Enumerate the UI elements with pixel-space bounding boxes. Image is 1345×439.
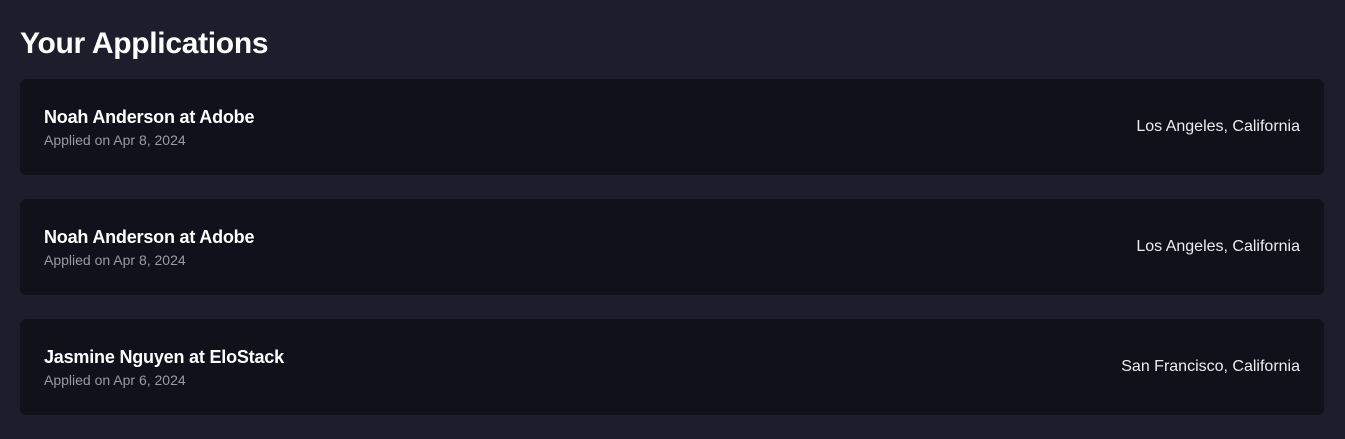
applications-list: Noah Anderson at Adobe Applied on Apr 8,… bbox=[20, 79, 1324, 439]
application-location: San Francisco, California bbox=[1121, 358, 1300, 375]
application-info: Jasmine Nguyen at EloStack Applied on Ap… bbox=[44, 346, 284, 389]
application-card[interactable]: Noah Anderson at Adobe Applied on Apr 8,… bbox=[20, 199, 1324, 295]
application-date: Applied on Apr 6, 2024 bbox=[44, 371, 186, 388]
application-location: Los Angeles, California bbox=[1136, 238, 1300, 255]
application-date: Applied on Apr 8, 2024 bbox=[44, 251, 186, 268]
application-card[interactable]: Noah Anderson at Adobe Applied on Apr 8,… bbox=[20, 79, 1324, 175]
application-info: Noah Anderson at Adobe Applied on Apr 8,… bbox=[44, 226, 254, 269]
application-title: Noah Anderson at Adobe bbox=[44, 226, 255, 247]
application-card[interactable]: Jasmine Nguyen at EloStack Applied on Ap… bbox=[20, 319, 1324, 415]
application-info: Noah Anderson at Adobe Applied on Apr 8,… bbox=[44, 106, 254, 149]
application-title: Jasmine Nguyen at EloStack bbox=[44, 346, 284, 367]
application-date: Applied on Apr 8, 2024 bbox=[44, 131, 186, 148]
application-title: Noah Anderson at Adobe bbox=[44, 106, 255, 127]
page-title: Your Applications bbox=[20, 27, 269, 60]
application-location: Los Angeles, California bbox=[1136, 118, 1300, 135]
